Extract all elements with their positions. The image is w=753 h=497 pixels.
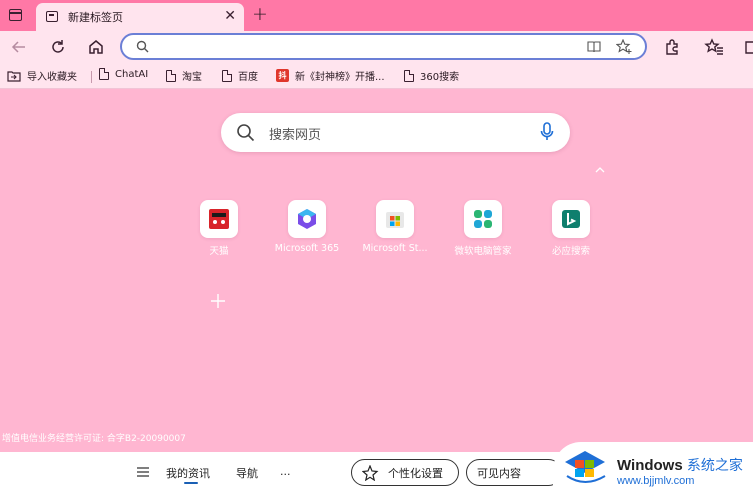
quick-link-tile	[288, 200, 326, 238]
search-icon	[136, 40, 149, 53]
bookmark-divider	[91, 71, 92, 83]
windows-logo-icon	[565, 451, 606, 483]
visible-content-label: 可见内容	[477, 466, 521, 480]
close-tab-icon[interactable]: ✕	[224, 8, 236, 24]
watermark-title: Windows 系统之家	[617, 455, 743, 475]
watermark-title-zh: 系统之家	[686, 457, 743, 473]
quick-link-bing[interactable]: 必应搜索	[526, 200, 616, 257]
favorites-icon[interactable]	[704, 37, 724, 57]
bookmark-label: 淘宝	[182, 72, 202, 83]
refresh-icon[interactable]	[48, 37, 68, 57]
quick-link-microsoft-store[interactable]: Microsoft St...	[350, 200, 440, 254]
tab-actions-icon[interactable]	[9, 9, 22, 21]
page-icon	[166, 69, 176, 82]
navigation-bar	[0, 31, 753, 62]
chevron-up-icon[interactable]	[594, 164, 606, 176]
bookmark-label: 新《封神榜》开播...	[295, 72, 385, 83]
more-tabs-button[interactable]: ...	[280, 465, 291, 478]
new-tab-plus-icon[interactable]: +	[252, 4, 268, 24]
watermark-url: www.bjjmlv.com	[617, 475, 695, 487]
site-icon: 抖	[276, 69, 289, 82]
tab-my-news[interactable]: 我的资讯	[166, 465, 210, 481]
home-icon[interactable]	[86, 37, 106, 57]
tab-title: 新建标签页	[68, 11, 123, 24]
quick-link-tile	[552, 200, 590, 238]
collections-icon[interactable]	[743, 37, 753, 57]
watermark-title-en: Windows	[617, 457, 683, 474]
bookmark-fengshenbang[interactable]: 抖 新《封神榜》开播...	[276, 68, 385, 83]
web-search-box[interactable]: 搜索网页	[221, 113, 570, 152]
license-text: 增值电信业务经营许可证: 合字B2-20090007	[2, 434, 186, 444]
immersive-reader-icon[interactable]	[587, 40, 601, 53]
page-icon	[222, 69, 232, 82]
bookmark-baidu[interactable]: 百度	[222, 68, 258, 83]
sparkle-star-icon	[362, 465, 379, 481]
bookmark-label: ChatAI	[115, 68, 149, 80]
microsoft-store-icon	[386, 212, 404, 228]
search-icon	[237, 124, 255, 142]
bookmark-import-favorites[interactable]: 导入收藏夹	[7, 68, 77, 83]
quick-link-tile	[200, 200, 238, 238]
page-icon	[99, 68, 109, 80]
quick-link-tile	[376, 200, 414, 238]
bookmark-chatai[interactable]: ChatAI	[99, 68, 148, 80]
quick-link-pc-manager[interactable]: 微软电脑管家	[438, 200, 528, 257]
extensions-icon[interactable]	[662, 37, 682, 57]
quick-link-label: Microsoft St...	[362, 243, 428, 254]
microsoft-365-icon	[298, 209, 316, 229]
personalize-label: 个性化设置	[388, 466, 443, 480]
bookmark-taobao[interactable]: 淘宝	[166, 68, 202, 83]
add-favorite-icon[interactable]	[616, 39, 633, 55]
quick-link-label: 天猫	[209, 246, 229, 257]
bing-icon	[562, 210, 580, 228]
back-arrow-icon[interactable]	[9, 37, 29, 57]
bookmark-label: 百度	[238, 72, 258, 83]
quick-link-tmall[interactable]: 天猫	[174, 200, 264, 257]
quick-link-label: 微软电脑管家	[454, 246, 512, 257]
pc-manager-icon	[474, 210, 492, 228]
bookmarks-bar: 导入收藏夹 ChatAI 淘宝 百度 抖 新《封神榜》开播... 360搜索	[0, 62, 753, 89]
page-icon	[404, 69, 414, 82]
personalize-button[interactable]: 个性化设置	[351, 459, 459, 486]
microphone-icon[interactable]	[540, 122, 554, 142]
visible-content-button[interactable]: 可见内容	[466, 459, 562, 486]
active-tab[interactable]: 新建标签页 ✕	[36, 3, 244, 31]
bookmark-label: 360搜索	[420, 72, 460, 83]
tab-navigation[interactable]: 导航	[236, 465, 258, 481]
add-shortcut-plus-icon[interactable]	[207, 290, 229, 312]
hamburger-menu-icon[interactable]	[137, 467, 149, 477]
tab-bar: 新建标签页 ✕ +	[0, 0, 753, 31]
active-tab-indicator	[184, 482, 198, 484]
bookmark-label: 导入收藏夹	[27, 72, 77, 83]
quick-link-label: 必应搜索	[551, 246, 590, 257]
new-tab-page-icon	[46, 11, 58, 22]
tmall-icon	[209, 209, 229, 229]
address-bar[interactable]	[120, 33, 647, 60]
site-watermark: Windows 系统之家 www.bjjmlv.com	[553, 442, 753, 497]
quick-link-label: Microsoft 365	[274, 243, 340, 254]
quick-link-tile	[464, 200, 502, 238]
search-placeholder: 搜索网页	[269, 128, 322, 143]
bookmark-360search[interactable]: 360搜索	[404, 68, 459, 83]
import-folder-icon	[7, 70, 21, 82]
quick-link-microsoft-365[interactable]: Microsoft 365	[262, 200, 352, 254]
